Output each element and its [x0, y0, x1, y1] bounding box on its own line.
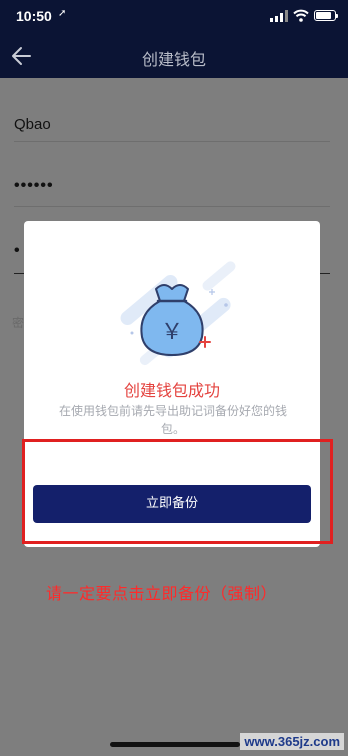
password-hint-fragment: 密 [12, 316, 25, 330]
home-indicator[interactable] [110, 742, 240, 747]
site-watermark: www.365jz.com [240, 733, 344, 750]
yuan-symbol: ￥ [161, 320, 183, 345]
location-arrow-icon: ➚ [58, 8, 67, 19]
confirm-password-value: • [14, 242, 20, 259]
page-title: 创建钱包 [141, 50, 206, 69]
password-value: •••••• [14, 177, 54, 194]
nav-bar: 创建钱包 [0, 34, 348, 78]
battery-icon [314, 10, 338, 21]
highlight-annotation-box [22, 439, 333, 544]
money-bag-icon: ￥ [120, 261, 236, 366]
success-title: 创建钱包成功 [123, 381, 220, 400]
backup-description: 在使用钱包前请先导出助记词备份好您的钱包。 [58, 404, 287, 436]
annotation-text: 请一定要点击立即备份（强制） [46, 584, 278, 603]
wallet-name-field[interactable]: Qbao [14, 100, 330, 142]
cellular-signal-icon [270, 10, 288, 22]
password-field[interactable]: •••••• [14, 165, 330, 207]
status-bar: 10:50 ➚ [0, 0, 348, 34]
wifi-icon [293, 9, 309, 22]
status-time: 10:50 [16, 8, 52, 24]
wallet-name-value: Qbao [14, 116, 51, 133]
